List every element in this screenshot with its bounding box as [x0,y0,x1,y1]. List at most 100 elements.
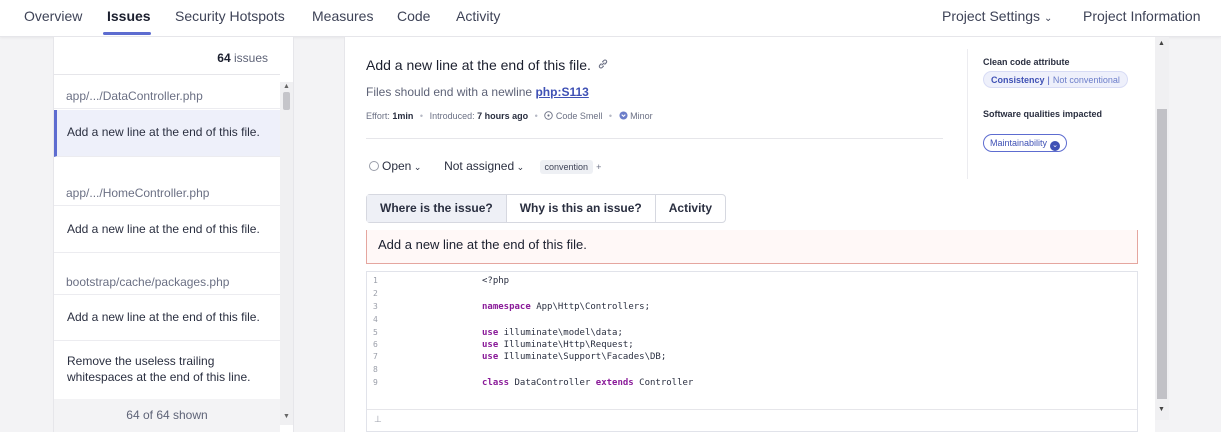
scrollbar-thumb[interactable] [1157,109,1167,399]
issue-message: Add a new line at the end of this file. [67,310,260,324]
issue-message: Remove the useless trailing whitespaces … [67,354,251,384]
detail-scrollbar[interactable]: ▲ ▼ [1155,37,1169,420]
tab-where-is-the-issue[interactable]: Where is the issue? [367,195,507,222]
line-number: 7 [373,352,378,361]
project-information-link[interactable]: Project Information [1083,8,1201,24]
code-line: 9 class DataController extends Controller [367,377,1137,389]
code-line: 6 use Illuminate\Http\Request; [367,339,1137,351]
code-text: class DataController extends Controller [482,377,693,389]
scroll-down-icon[interactable]: ▼ [283,413,290,420]
list-item-selected[interactable]: Add a new line at the end of this file. [54,110,280,157]
status-radio-icon [369,161,379,171]
list-item[interactable]: Add a new line at the end of this file. [54,207,280,253]
assignee-value: Not assigned [444,159,515,173]
code-keyword: class [482,378,510,388]
code-line: 8 [367,364,1137,376]
code-line: 1 <?php [367,275,1137,287]
issue-title-text: Add a new line at the end of this file. [366,57,591,73]
issue-count-number: 64 [217,51,231,65]
assignee-dropdown[interactable]: Not assigned ⌄ [444,159,524,173]
line-number: 1 [373,276,378,285]
file-group-header: app/.../HomeController.php [54,179,280,206]
issue-type: Code Smell [555,111,603,121]
code-rest: DataController [509,378,596,388]
issue-list-panel: 64 issues app/.../DataController.php Add… [53,37,294,432]
chevron-down-icon: ⌄ [514,162,525,172]
code-rest: Illuminate\Support\Facades\DB; [498,352,667,362]
clean-code-attribute-badge: Consistency | Not conventional [983,71,1128,88]
code-keyword: use [482,352,499,362]
code-smell-icon [544,111,556,121]
effort-label: Effort: [366,111,390,121]
file-path: app/.../HomeController.php [66,186,210,200]
chevron-down-icon: ⌄ [1050,141,1061,151]
expand-icon[interactable]: ⊥ [374,414,382,425]
issue-list-scrollbar[interactable]: ▲ ▼ [280,82,293,425]
tab-overview[interactable]: Overview [24,8,82,24]
top-navigation: Overview Issues Security Hotspots Measur… [0,0,1221,37]
code-line: 5 use illuminate\model\data; [367,327,1137,339]
quality-badge[interactable]: Maintainability ⌄ [983,134,1068,152]
code-line: 3 namespace App\Http\Controllers; [367,301,1137,313]
list-item[interactable]: Add a new line at the end of this file. [54,295,280,341]
issue-message: Add a new line at the end of this file. [67,125,260,139]
file-group-header: bootstrap/cache/packages.php [54,268,280,295]
issue-metadata: Effort: 1min • Introduced: 7 hours ago •… [366,111,653,121]
attribute-detail: Not conventional [1052,75,1120,85]
tab-code[interactable]: Code [397,8,430,24]
issue-message: Add a new line at the end of this file. [67,222,260,236]
file-path: app/.../DataController.php [66,89,203,103]
banner-message: Add a new line at the end of this file. [378,237,587,252]
project-settings-label: Project Settings [942,8,1041,24]
clean-code-sidebar: Clean code attribute Consistency | Not con… [967,49,1157,179]
add-tag-button[interactable]: + [596,162,601,172]
status-dropdown[interactable]: Open ⌄ [369,159,421,173]
code-keyword: use [482,328,499,338]
line-number: 3 [373,302,378,311]
tab-measures[interactable]: Measures [312,8,373,24]
scroll-up-icon[interactable]: ▲ [1158,40,1165,47]
issue-count-label: issues [233,51,268,65]
issue-actions: Open ⌄ Not assigned ⌄ convention + [369,159,601,174]
severity-minor-icon [619,111,631,121]
issue-list[interactable]: app/.../DataController.php Add a new lin… [54,82,280,425]
line-number: 4 [373,315,378,324]
code-text: use illuminate\model\data; [482,327,623,339]
code-text: use Illuminate\Http\Request; [482,339,634,351]
tag-convention[interactable]: convention [539,160,594,174]
file-path: bootstrap/cache/packages.php [66,275,230,289]
rule-link[interactable]: php:S113 [535,85,588,99]
code-keyword: extends [595,378,634,388]
tab-activity[interactable]: Activity [656,195,725,222]
line-number: 2 [373,289,378,298]
scroll-up-icon[interactable]: ▲ [283,83,290,90]
rule-description: Files should end with a newline php:S113 [366,85,589,99]
file-group-header: app/.../DataController.php [54,82,280,109]
tab-security-hotspots[interactable]: Security Hotspots [175,8,285,24]
shown-count: 64 of 64 shown [54,399,280,432]
issue-count: 64 issues [54,37,280,75]
code-expand-row[interactable]: ⊥ [367,409,1137,431]
attribute-name: Consistency [991,75,1045,85]
tab-activity[interactable]: Activity [456,8,500,24]
scroll-down-icon[interactable]: ▼ [1158,406,1165,413]
tab-issues[interactable]: Issues [107,8,151,24]
chevron-down-icon: ⌄ [1043,13,1053,24]
line-number: 6 [373,340,378,349]
issue-location-banner: Add a new line at the end of this file. [366,230,1138,264]
divider [366,138,943,139]
effort-value: 1min [392,111,414,121]
scrollbar-thumb[interactable] [283,92,290,110]
code-line: 7 use Illuminate\Support\Facades\DB; [367,351,1137,363]
code-keyword: use [482,340,499,350]
project-settings-menu[interactable]: Project Settings ⌄ [942,8,1052,24]
clean-code-label: Clean code attribute [983,57,1070,67]
list-item[interactable]: Remove the useless trailing whitespaces … [54,342,280,392]
issue-title: Add a new line at the end of this file. [366,57,609,73]
qualities-label: Software qualities impacted [983,109,1103,119]
line-number: 5 [373,328,378,337]
line-number: 9 [373,378,378,387]
permalink-icon[interactable] [597,58,609,73]
tab-why-is-this-an-issue[interactable]: Why is this an issue? [507,195,656,222]
code-keyword: namespace [482,302,531,312]
